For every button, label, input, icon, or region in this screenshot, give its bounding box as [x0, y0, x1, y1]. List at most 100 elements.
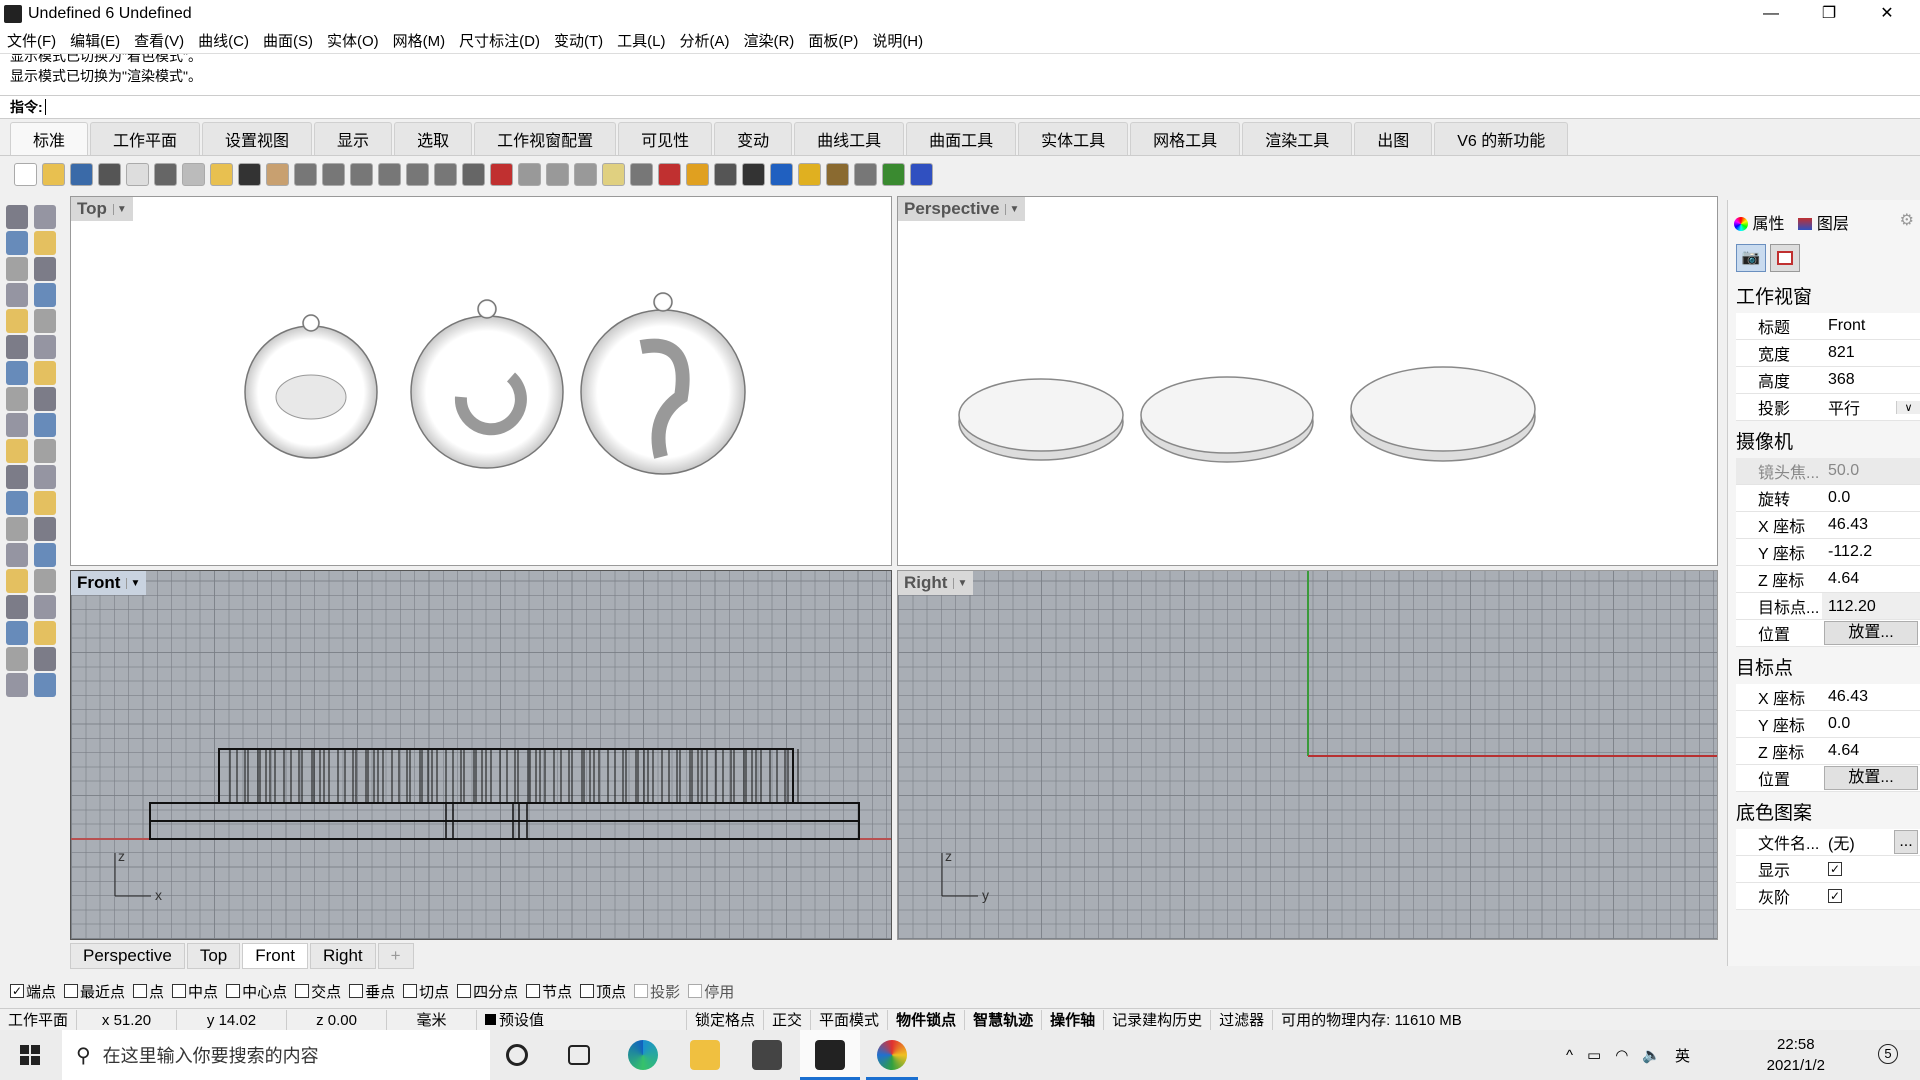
left-tool-icon[interactable]: [34, 569, 56, 593]
toolbar-tool-icon[interactable]: [602, 162, 625, 186]
toolbar-tool-icon[interactable]: [434, 162, 457, 186]
task-view-icon[interactable]: [568, 1045, 590, 1065]
tab-properties[interactable]: 属性: [1734, 210, 1784, 234]
menu-item[interactable]: 文件(F): [0, 30, 63, 51]
status-toggle[interactable]: 智慧轨迹: [965, 1009, 1043, 1032]
notification-badge[interactable]: 5: [1878, 1044, 1898, 1064]
left-tool-icon[interactable]: [6, 491, 28, 515]
toolbar-tool-icon[interactable]: [630, 162, 653, 186]
status-toggle[interactable]: 过滤器: [1211, 1009, 1274, 1032]
left-tool-icon[interactable]: [34, 205, 56, 229]
taskbar-rhino[interactable]: [800, 1030, 860, 1080]
toolbar-tool-icon[interactable]: [910, 162, 933, 186]
left-tool-icon[interactable]: [6, 621, 28, 645]
tab-12[interactable]: 渲染工具: [1242, 122, 1353, 155]
menu-item[interactable]: 面板(P): [801, 30, 865, 51]
viewport-tab-top[interactable]: Top: [186, 943, 241, 969]
toolbar-tool-icon[interactable]: [350, 162, 373, 186]
osnap-checkbox[interactable]: [226, 984, 241, 998]
place-target-button[interactable]: 放置...: [1824, 766, 1918, 790]
status-toggle[interactable]: 操作轴: [1042, 1009, 1105, 1032]
toolbar-tool-icon[interactable]: [98, 162, 121, 186]
tab-9[interactable]: 曲面工具: [906, 122, 1017, 155]
restore-button[interactable]: ❐: [1800, 0, 1858, 28]
left-tool-icon[interactable]: [34, 335, 56, 359]
camera-x-field[interactable]: 46.43: [1822, 516, 1920, 534]
toolbar-tool-icon[interactable]: [42, 162, 65, 186]
status-toggle[interactable]: 平面模式: [811, 1009, 889, 1032]
taskbar-search[interactable]: ⚲ 在这里输入你要搜索的内容: [62, 1030, 490, 1080]
toolbar-tool-icon[interactable]: [658, 162, 681, 186]
toolbar-tool-icon[interactable]: [854, 162, 877, 186]
left-tool-icon[interactable]: [6, 569, 28, 593]
tab-10[interactable]: 实体工具: [1018, 122, 1129, 155]
target-z-field[interactable]: 4.64: [1822, 742, 1920, 760]
left-tool-icon[interactable]: [34, 465, 56, 489]
left-tool-icon[interactable]: [6, 257, 28, 281]
left-tool-icon[interactable]: [34, 257, 56, 281]
chevron-down-icon[interactable]: ∨: [1896, 400, 1920, 414]
toolbar-tool-icon[interactable]: [238, 162, 261, 186]
chevron-down-icon[interactable]: ▼: [112, 203, 127, 215]
toolbar-tool-icon[interactable]: [126, 162, 149, 186]
minimize-button[interactable]: —: [1742, 0, 1800, 28]
status-toggle[interactable]: 正交: [764, 1009, 812, 1032]
chevron-down-icon[interactable]: ▼: [1005, 203, 1019, 215]
target-distance-field[interactable]: 112.20: [1822, 593, 1920, 619]
toolbar-tool-icon[interactable]: [294, 162, 317, 186]
osnap-7[interactable]: 切点: [403, 981, 449, 1002]
osnap-checkbox[interactable]: [133, 984, 148, 998]
left-tool-icon[interactable]: [6, 283, 28, 307]
tab-6[interactable]: 可见性: [618, 122, 713, 155]
viewport-perspective[interactable]: Perspective ▼: [897, 196, 1718, 566]
tab-11[interactable]: 网格工具: [1130, 122, 1241, 155]
left-tool-icon[interactable]: [6, 413, 28, 437]
edge-icon[interactable]: [628, 1040, 658, 1070]
projection-select[interactable]: 平行: [1822, 395, 1896, 419]
left-tool-icon[interactable]: [34, 361, 56, 385]
left-tool-icon[interactable]: [34, 491, 56, 515]
tab-7[interactable]: 变动: [714, 122, 793, 155]
viewport-label-top[interactable]: Top ▼: [71, 197, 133, 221]
menu-item[interactable]: 工具(L): [610, 30, 672, 51]
windows-start-icon[interactable]: [20, 1045, 40, 1065]
tab-8[interactable]: 曲线工具: [794, 122, 905, 155]
toolbar-tool-icon[interactable]: [742, 162, 765, 186]
osnap-0[interactable]: ✓ 端点: [10, 981, 56, 1002]
toolbar-tool-icon[interactable]: [546, 162, 569, 186]
left-tool-icon[interactable]: [6, 517, 28, 541]
osnap-12[interactable]: 停用: [688, 981, 734, 1002]
toolbar-tool-icon[interactable]: [826, 162, 849, 186]
tab-3[interactable]: 显示: [314, 122, 393, 155]
close-button[interactable]: ✕: [1858, 0, 1916, 28]
menu-item[interactable]: 实体(O): [320, 30, 386, 51]
file-explorer-icon[interactable]: [690, 1040, 720, 1070]
mail-icon[interactable]: [752, 1040, 782, 1070]
left-tool-icon[interactable]: [34, 517, 56, 541]
menu-item[interactable]: 曲面(S): [256, 30, 320, 51]
left-tool-icon[interactable]: [34, 283, 56, 307]
add-viewport-tab-button[interactable]: +: [377, 943, 414, 969]
left-tool-icon[interactable]: [6, 205, 28, 229]
osnap-checkbox[interactable]: ✓: [10, 984, 24, 998]
osnap-checkbox[interactable]: [295, 984, 310, 998]
toolbar-tool-icon[interactable]: [406, 162, 429, 186]
viewport-front[interactable]: z x Front ▼: [70, 570, 892, 940]
osnap-10[interactable]: 顶点: [580, 981, 626, 1002]
toolbar-tool-icon[interactable]: [70, 162, 93, 186]
menu-item[interactable]: 曲线(C): [191, 30, 256, 51]
left-tool-icon[interactable]: [34, 309, 56, 333]
osnap-checkbox[interactable]: [172, 984, 187, 998]
tab-2[interactable]: 设置视图: [202, 122, 313, 155]
status-toggle[interactable]: 物件锁点: [888, 1009, 966, 1032]
left-tool-icon[interactable]: [34, 543, 56, 567]
toolbar-tool-icon[interactable]: [462, 162, 485, 186]
left-tool-icon[interactable]: [6, 231, 28, 255]
tab-1[interactable]: 工作平面: [90, 122, 201, 155]
toolbar-tool-icon[interactable]: [378, 162, 401, 186]
toolbar-tool-icon[interactable]: [518, 162, 541, 186]
wifi-icon[interactable]: ◠: [1615, 1046, 1628, 1064]
chevron-up-icon[interactable]: ^: [1566, 1047, 1573, 1064]
left-tool-icon[interactable]: [6, 335, 28, 359]
viewport-tab-right[interactable]: Right: [309, 943, 376, 969]
